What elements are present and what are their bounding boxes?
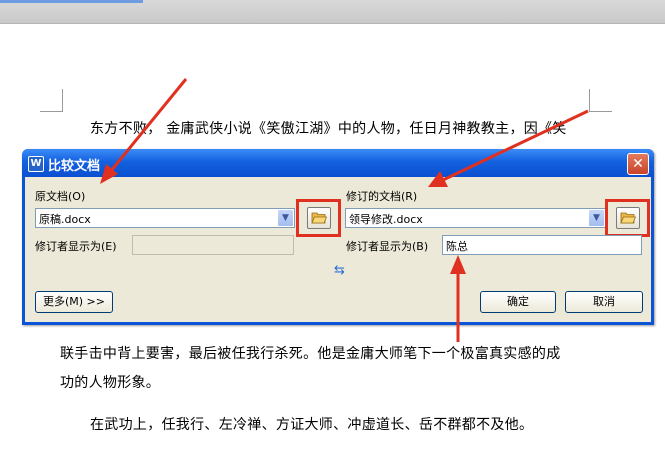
arrow-to-original-browse [100,78,188,184]
arrow-to-reviser-name [450,255,466,342]
arrow-to-revised-label [428,109,589,187]
annotation-arrows [100,78,589,342]
